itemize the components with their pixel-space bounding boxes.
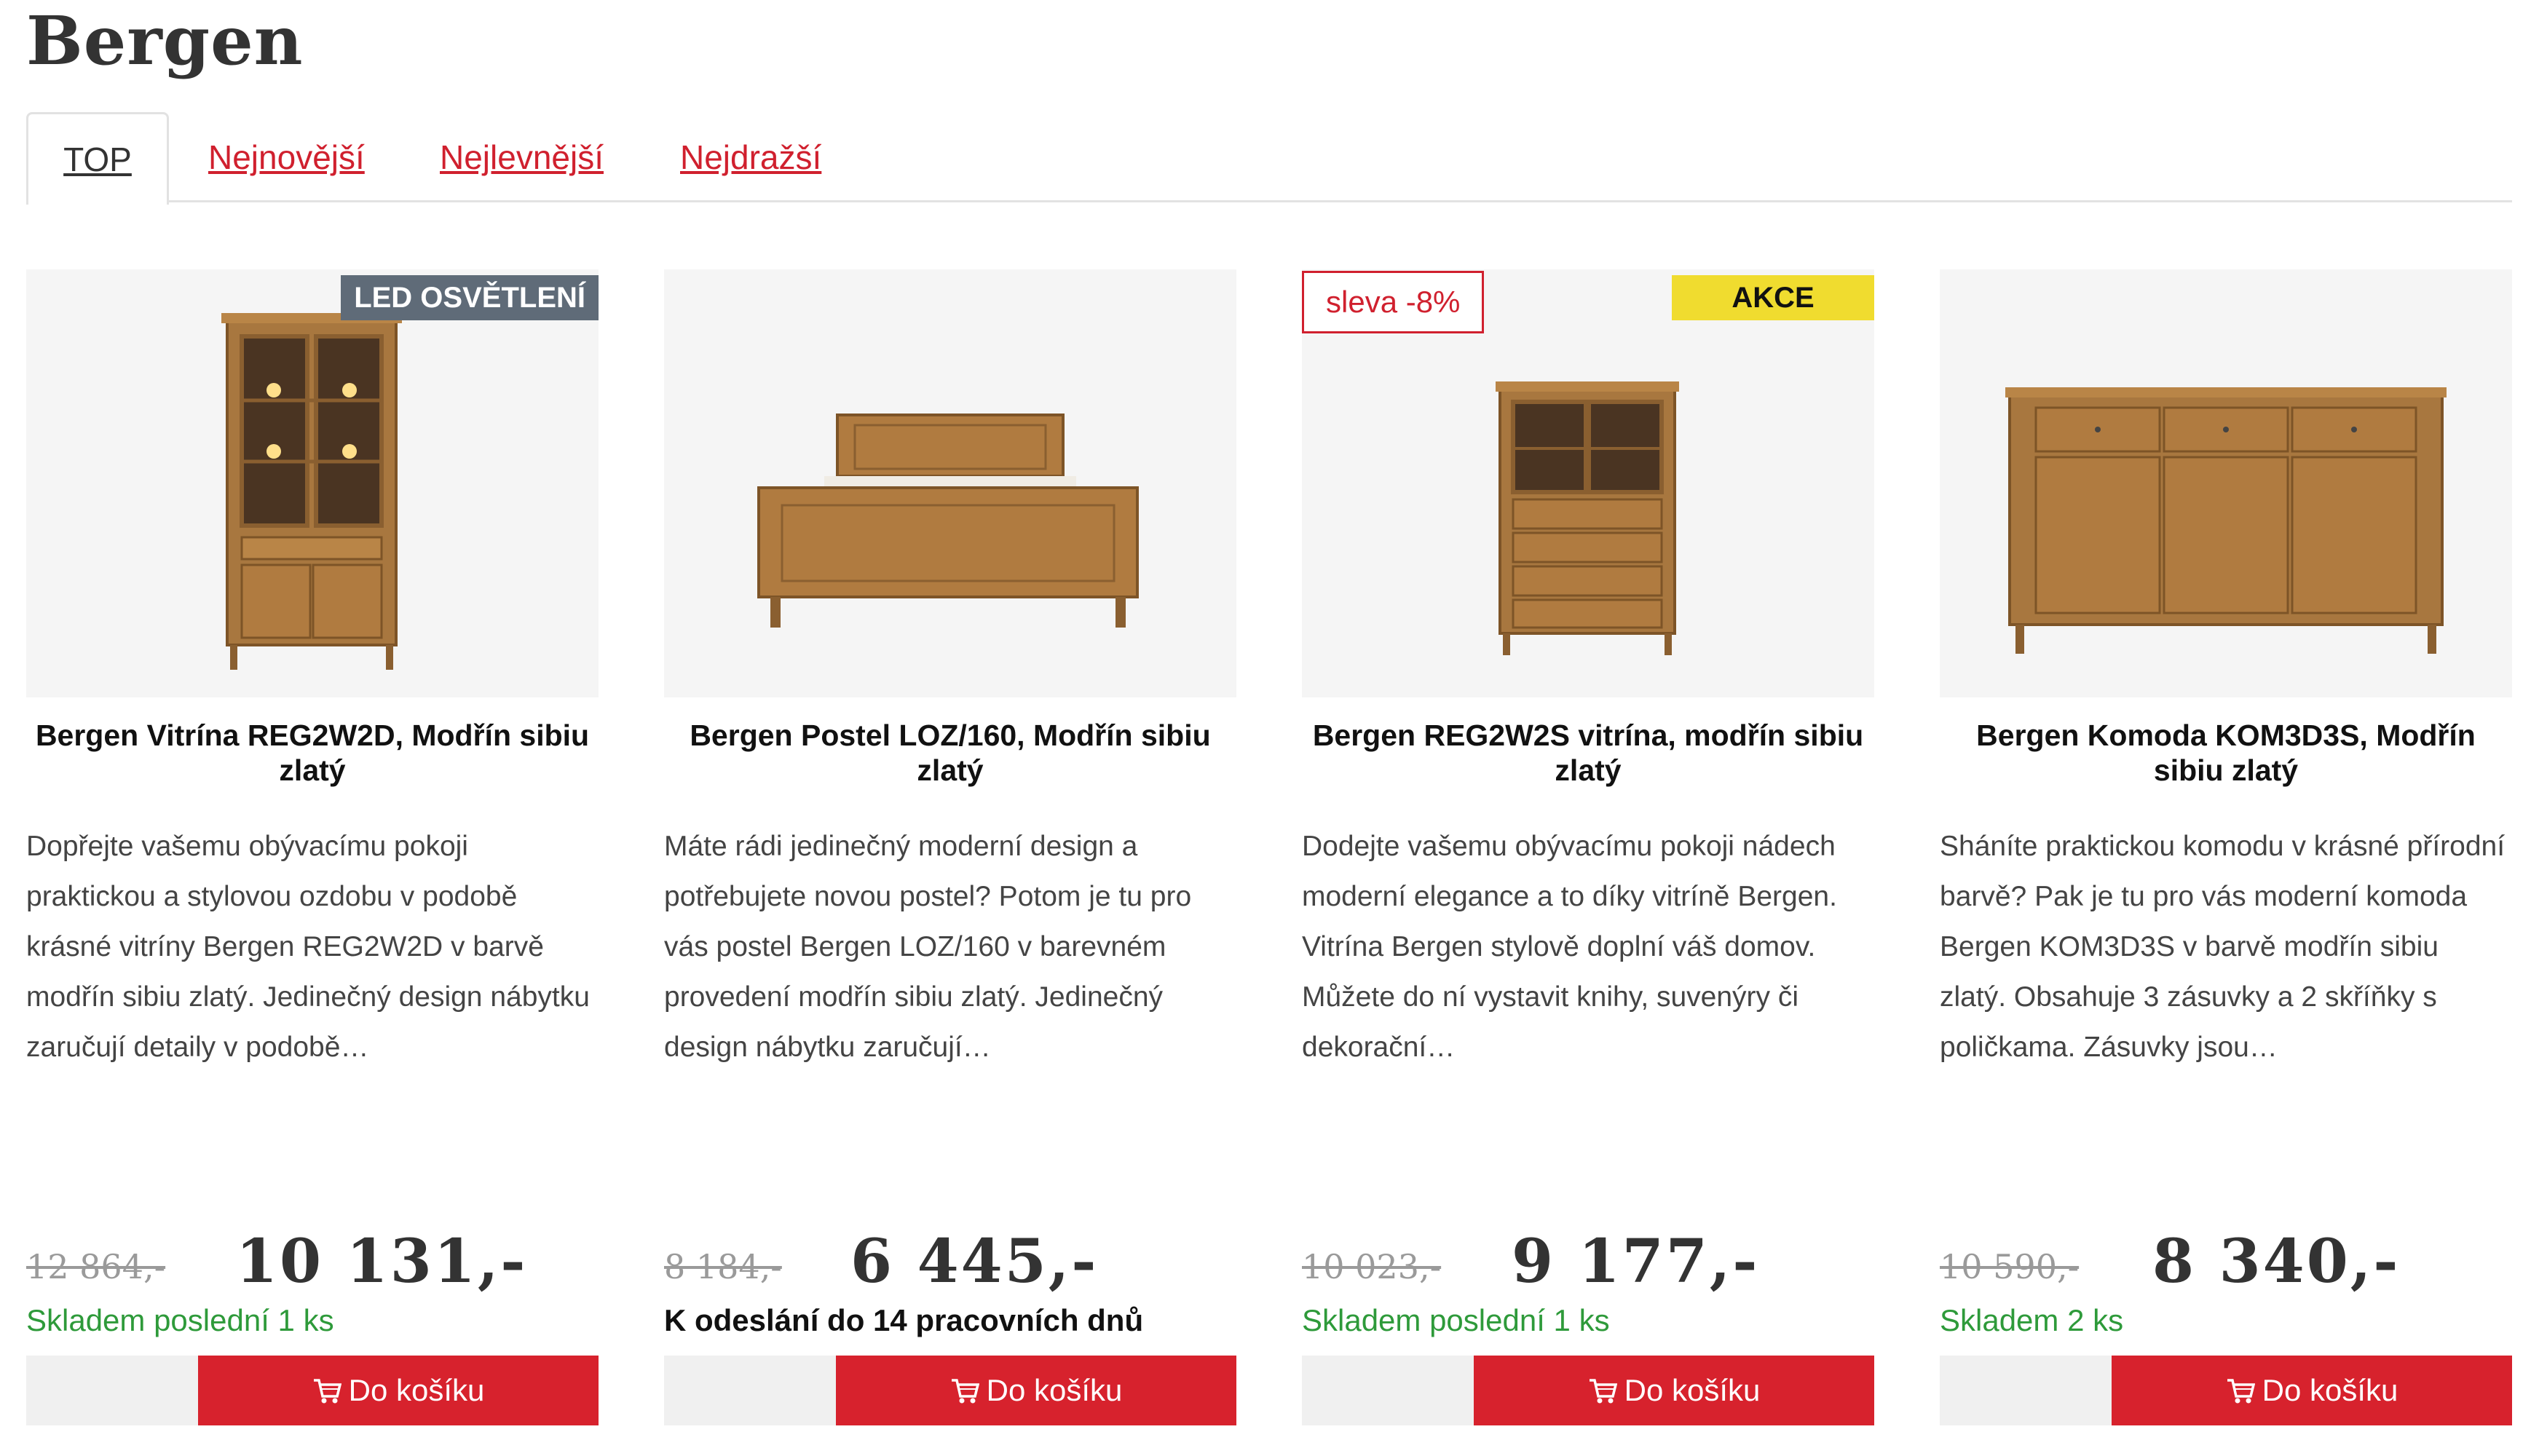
product-title[interactable]: Bergen Postel LOZ/160, Modřín sibiu zlat… xyxy=(664,718,1236,788)
bed-illustration xyxy=(757,414,1139,628)
buy-row: Do košíku xyxy=(1302,1356,1874,1425)
price-row: 10 023,- 9 177,- xyxy=(1302,1227,1874,1299)
product-image[interactable]: LED OSVĚTLENÍ xyxy=(26,269,599,697)
current-price: 9 177,- xyxy=(1512,1227,1760,1297)
tab-top[interactable]: TOP xyxy=(26,112,169,205)
product-card: sleva -8% AKCE Bergen REG2W2S vitrína, m… xyxy=(1302,269,1874,1434)
product-image[interactable]: sleva -8% AKCE xyxy=(1302,269,1874,697)
product-card: Bergen Komoda KOM3D3S, Modřín sibiu zlat… xyxy=(1940,269,2512,1434)
cart-icon xyxy=(1589,1379,1617,1404)
add-to-cart-button[interactable]: Do košíku xyxy=(1474,1356,1874,1425)
current-price: 10 131,- xyxy=(236,1227,528,1297)
old-price: 10 023,- xyxy=(1302,1247,1442,1286)
page: Bergen TOP Nejnovější Nejlevnější Nejdra… xyxy=(0,0,2531,1456)
tab-newest[interactable]: Nejnovější xyxy=(208,112,365,202)
add-to-cart-button[interactable]: Do košíku xyxy=(2112,1356,2512,1425)
product-image[interactable] xyxy=(664,269,1236,697)
cart-button-label: Do košíku xyxy=(2262,1373,2398,1407)
old-price: 10 590,- xyxy=(1940,1247,2080,1286)
price-row: 8 184,- 6 445,- xyxy=(664,1227,1236,1299)
product-description: Máte rádi jedinečný moderní design a pot… xyxy=(664,831,1192,1063)
quantity-field[interactable] xyxy=(1940,1356,2113,1425)
quantity-field[interactable] xyxy=(26,1356,200,1425)
current-price: 6 445,- xyxy=(850,1227,1099,1297)
cart-icon xyxy=(313,1379,341,1404)
old-price: 12 864,- xyxy=(26,1247,166,1286)
led-lighting-badge: LED OSVĚTLENÍ xyxy=(341,275,599,320)
current-price: 8 340,- xyxy=(2152,1227,2401,1297)
stock-status: Skladem poslední 1 ks xyxy=(26,1303,334,1337)
add-to-cart-button[interactable]: Do košíku xyxy=(198,1356,599,1425)
product-title[interactable]: Bergen REG2W2S vitrína, modřín sibiu zla… xyxy=(1302,718,1874,788)
product-card: LED OSVĚTLENÍ Bergen Vitrína REG2W2D, Mo… xyxy=(26,269,599,1434)
cart-button-label: Do košíku xyxy=(348,1373,485,1407)
quantity-field[interactable] xyxy=(1302,1356,1475,1425)
buy-row: Do košíku xyxy=(1940,1356,2512,1425)
cart-icon xyxy=(951,1379,979,1404)
cart-icon xyxy=(2227,1379,2255,1404)
vitrine-illustration xyxy=(221,313,402,670)
cart-button-label: Do košíku xyxy=(1624,1373,1761,1407)
product-card: Bergen Postel LOZ/160, Modřín sibiu zlat… xyxy=(664,269,1236,1434)
stock-status: Skladem 2 ks xyxy=(1940,1303,2124,1337)
discount-badge: sleva -8% xyxy=(1302,271,1485,333)
tab-most-expensive[interactable]: Nejdražší xyxy=(680,112,821,202)
stock-status: K odeslání do 14 pracovních dnů xyxy=(664,1303,1144,1337)
product-description: Dodejte vašemu obývacímu pokoji nádech m… xyxy=(1302,831,1837,1063)
product-title[interactable]: Bergen Komoda KOM3D3S, Modřín sibiu zlat… xyxy=(1940,718,2512,788)
stock-status: Skladem poslední 1 ks xyxy=(1302,1303,1610,1337)
product-description: Sháníte praktickou komodu v krásné příro… xyxy=(1940,831,2506,1063)
price-row: 10 590,- 8 340,- xyxy=(1940,1227,2512,1299)
vitrine-illustration xyxy=(1496,381,1679,655)
cart-button-label: Do košíku xyxy=(986,1373,1123,1407)
old-price: 8 184,- xyxy=(664,1247,782,1286)
price-row: 12 864,- 10 131,- xyxy=(26,1227,599,1299)
page-title: Bergen xyxy=(26,1,304,80)
sort-tabs: TOP Nejnovější Nejlevnější Nejdražší xyxy=(26,112,2512,205)
buy-row: Do košíku xyxy=(664,1356,1236,1425)
dresser-illustration xyxy=(2005,387,2447,654)
product-description: Dopřejte vašemu obývacímu pokoji praktic… xyxy=(26,831,590,1063)
add-to-cart-button[interactable]: Do košíku xyxy=(836,1356,1236,1425)
buy-row: Do košíku xyxy=(26,1356,599,1425)
product-title[interactable]: Bergen Vitrína REG2W2D, Modřín sibiu zla… xyxy=(26,718,599,788)
tab-cheapest[interactable]: Nejlevnější xyxy=(440,112,604,202)
quantity-field[interactable] xyxy=(664,1356,837,1425)
product-image[interactable] xyxy=(1940,269,2512,697)
sale-badge: AKCE xyxy=(1672,275,1874,320)
